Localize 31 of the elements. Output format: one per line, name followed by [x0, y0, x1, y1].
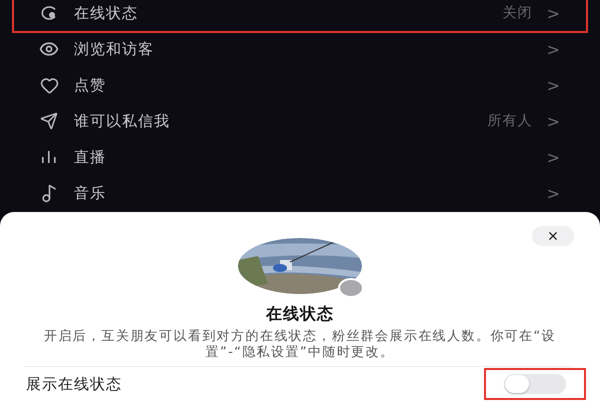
settings-row[interactable]: 音乐 > — [14, 175, 586, 211]
status-dot — [338, 278, 364, 298]
row-label: 音乐 — [74, 184, 106, 202]
chevron-icon: > — [546, 4, 560, 22]
highlighted-settings-row[interactable]: 在线状态 关闭 > — [14, 0, 586, 31]
settings-row[interactable]: 直播 > — [14, 139, 586, 175]
settings-row[interactable]: 谁可以私信我 所有人 > — [14, 103, 586, 139]
row-label: 直播 — [74, 148, 106, 166]
chevron-icon: > — [546, 40, 560, 58]
music-note-icon — [40, 184, 58, 202]
toggle-label: 展示在线状态 — [26, 374, 122, 394]
row-label: 浏览和访客 — [74, 40, 154, 58]
chevron-icon: > — [546, 112, 560, 130]
heart-icon — [40, 76, 58, 94]
chevron-icon: > — [546, 148, 560, 166]
close-button[interactable]: × — [532, 226, 574, 246]
paper-plane-icon — [40, 112, 58, 130]
chevron-icon: > — [546, 184, 560, 202]
toggle-switch[interactable] — [504, 374, 566, 394]
settings-row[interactable]: 点赞 > — [14, 67, 586, 103]
row-value: 关闭 — [502, 4, 533, 22]
chevron-icon: > — [546, 76, 560, 94]
row-label: 谁可以私信我 — [74, 112, 170, 130]
bars-icon — [41, 151, 57, 163]
row-label: 点赞 — [74, 76, 106, 94]
row-value: 所有人 — [488, 112, 533, 130]
sheet-title: 在线状态 — [266, 304, 334, 325]
sheet-description: 开启后，互关朋友可以看到对方的在线状态，粉丝群会展示在线人数。你可在“设置”-“隐私设置”中随时更改。 — [42, 329, 558, 360]
status-ring-icon — [40, 6, 58, 20]
settings-row[interactable]: 浏览和访客 > — [14, 31, 586, 67]
row-label: 在线状态 — [74, 4, 138, 22]
